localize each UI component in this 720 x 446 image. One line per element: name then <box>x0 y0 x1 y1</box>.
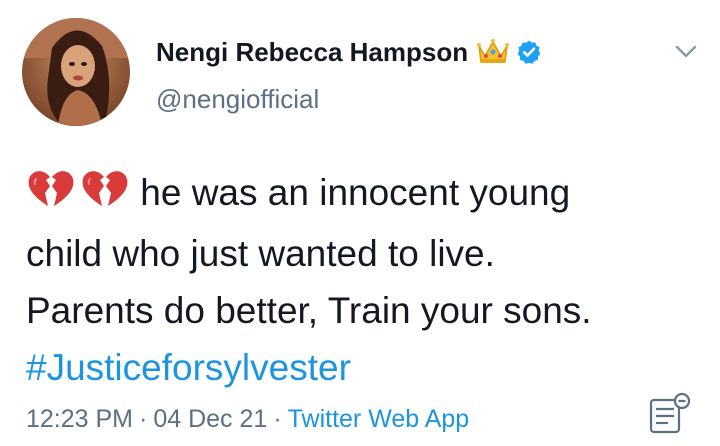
user-handle[interactable]: @nengiofficial <box>156 84 319 115</box>
tweet-line-1: he was an innocent young <box>26 164 706 225</box>
tweet-analytics-icon[interactable] <box>646 392 692 438</box>
tweet-source-link[interactable]: Twitter Web App <box>288 405 470 434</box>
tweet-text-line-3: Parents do better, Train your sons. <box>26 290 592 331</box>
chevron-down-icon[interactable] <box>674 40 698 64</box>
tweet-text: he was an innocent young child who just … <box>26 164 706 396</box>
tweet-meta: 12:23 PM · 04 Dec 21 · Twitter Web App <box>26 405 469 434</box>
broken-heart-emoji-icon <box>80 168 130 225</box>
crown-emoji-icon <box>476 38 510 66</box>
tweet-text-line-2: child who just wanted to live. <box>26 233 495 274</box>
tweet-time[interactable]: 12:23 PM <box>26 405 133 434</box>
meta-separator: · <box>273 405 282 433</box>
tweet-date[interactable]: 04 Dec 21 <box>153 405 267 434</box>
broken-heart-emoji-icon <box>26 168 76 225</box>
verified-badge-icon <box>516 39 542 65</box>
hashtag-link[interactable]: #Justiceforsylvester <box>26 339 706 396</box>
avatar[interactable] <box>22 18 130 126</box>
display-name[interactable]: Nengi Rebecca Hampson <box>156 37 468 68</box>
name-row: Nengi Rebecca Hampson <box>156 34 542 70</box>
profile-photo <box>22 18 130 126</box>
meta-separator: · <box>139 405 148 433</box>
tweet-text-line-1: he was an innocent young <box>140 172 571 213</box>
